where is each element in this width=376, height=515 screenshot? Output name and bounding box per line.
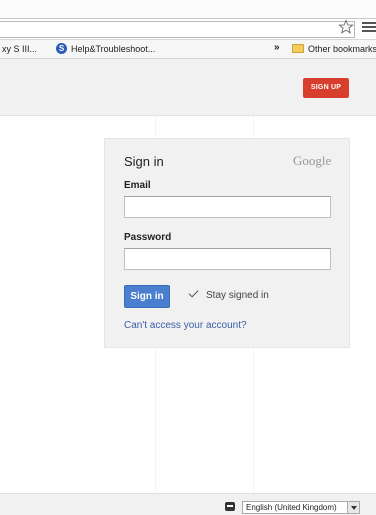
signin-button[interactable]: Sign in	[124, 285, 170, 308]
bookmark-item[interactable]: xy S III...	[2, 43, 37, 55]
bookmark-item[interactable]: S Help&Troubleshoot...	[56, 43, 155, 55]
bookmark-label: xy S III...	[2, 44, 38, 54]
browser-toolbar	[0, 18, 376, 40]
bookmarks-bar: xy S III... S Help&Troubleshoot... » Othe…	[0, 40, 376, 59]
bookmarks-overflow-chevron[interactable]: »	[274, 42, 280, 53]
bookmark-item-other-bookmarks[interactable]: Other bookmarks	[292, 43, 376, 55]
cant-access-account-link[interactable]: Can't access your account?	[124, 320, 247, 331]
language-selected-value: English (United Kingdom)	[246, 503, 337, 512]
page: xy S III... S Help&Troubleshoot... » Othe…	[0, 0, 376, 515]
address-bar[interactable]	[0, 21, 355, 38]
signin-card: Sign in Google Email Password Sign in St…	[104, 138, 350, 348]
stay-signed-in-label: Stay signed in	[206, 290, 269, 301]
chat-icon	[225, 502, 235, 511]
password-field[interactable]	[124, 248, 331, 270]
language-select[interactable]: English (United Kingdom)	[242, 501, 360, 514]
google-logo: Google	[293, 153, 332, 168]
page-footer: English (United Kingdom)	[0, 493, 376, 515]
page-header: SIGN UP	[0, 59, 376, 116]
dropdown-arrow-icon[interactable]	[347, 502, 359, 513]
password-label: Password	[124, 232, 172, 243]
signup-button[interactable]: SIGN UP	[303, 78, 349, 98]
s-logo-icon: S	[56, 43, 67, 54]
check-icon	[188, 287, 199, 298]
folder-icon	[292, 44, 304, 54]
bookmark-label: Help&Troubleshoot...	[71, 44, 156, 54]
star-icon[interactable]	[338, 19, 354, 35]
stay-signed-in-checkbox[interactable]: Stay signed in	[188, 287, 269, 301]
bookmark-label: Other bookmarks	[308, 44, 376, 54]
browser-titlebar	[0, 0, 376, 18]
chrome-menu-icon[interactable]	[362, 22, 376, 34]
email-label: Email	[124, 180, 151, 191]
email-field[interactable]	[124, 196, 331, 218]
card-title: Sign in	[124, 154, 164, 169]
